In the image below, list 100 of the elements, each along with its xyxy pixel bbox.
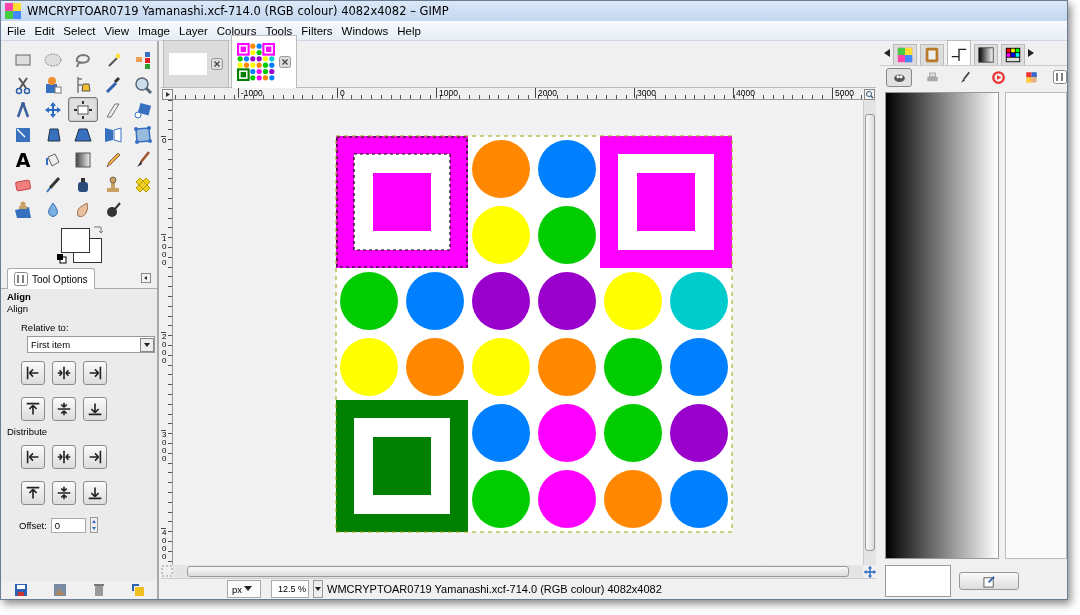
scroll-right-icon[interactable]: [1028, 49, 1034, 57]
move-arrows-icon[interactable]: [863, 565, 877, 579]
close-icon[interactable]: [211, 58, 223, 70]
spin-arrows-icon[interactable]: [89, 517, 98, 533]
color-swatch-icon: [1023, 69, 1039, 85]
image-thumbnail: [237, 43, 275, 81]
stamp-icon: [13, 199, 33, 220]
dock-subtab[interactable]: [886, 67, 912, 87]
section-label: Distribute: [7, 426, 49, 437]
menu-item[interactable]: Select: [63, 24, 96, 37]
scroll-left-icon[interactable]: [884, 49, 890, 57]
align-right-button[interactable]: [83, 361, 107, 385]
ruler-label: -1000: [238, 88, 337, 98]
section-label: Align: [7, 303, 30, 314]
ruler-label: 0: [337, 88, 436, 98]
tool-button[interactable]: A: [8, 147, 38, 172]
status-text: WMCRYPTOAR0719 Yamanashi.xcf-714.0 (RGB colour) 4082x4082: [327, 583, 662, 595]
menu-item[interactable]: Layer: [179, 24, 208, 37]
color-blocks-icon: [133, 49, 153, 70]
gradient-icon: [977, 46, 995, 64]
menu-item[interactable]: Windows: [341, 24, 389, 37]
person-icon: [43, 74, 63, 95]
menu-item[interactable]: Help: [397, 24, 421, 37]
tool-options-tab[interactable]: Tool Options: [7, 268, 95, 289]
menu-item[interactable]: View: [104, 24, 130, 37]
dock-tab[interactable]: [1001, 44, 1025, 65]
ruler-label: 4000: [733, 88, 832, 98]
picture-icon[interactable]: [52, 583, 67, 597]
zoom-field[interactable]: 12.5 %: [271, 580, 309, 598]
menu-item[interactable]: Edit: [34, 24, 55, 37]
offset-field[interactable]: 0: [50, 517, 86, 533]
blank-thumbnail: [169, 53, 207, 75]
color-wheel-icon: [990, 69, 1006, 85]
ruler-label: 1000: [161, 234, 167, 332]
tool-options-icon: [14, 272, 28, 286]
gradient-icon: [73, 149, 93, 170]
caret-icon: [244, 586, 253, 592]
horizontal-scrollbar[interactable]: [173, 565, 863, 578]
brush-preview: [885, 565, 951, 597]
field-label: Relative to:: [21, 322, 70, 333]
reset-icon[interactable]: [130, 583, 145, 597]
ruler-label: 0: [161, 136, 167, 234]
palette-icon: [1004, 46, 1022, 64]
tool-name: Align: [7, 291, 32, 302]
menu-item[interactable]: Filters: [301, 24, 333, 37]
distribute-bottom-button[interactable]: [83, 481, 107, 505]
magnifier-icon: [133, 74, 153, 95]
app-icon: [5, 3, 21, 19]
window-title: WMCRYPTOAR0719 Yamanashi.xcf-714.0 (RGB colour) 4082x4082 – GIMP: [27, 4, 449, 18]
unit-dropdown[interactable]: px: [227, 580, 261, 598]
align-top-button[interactable]: [21, 397, 45, 421]
distribute-right-button[interactable]: [83, 445, 107, 469]
align-center-button[interactable]: [52, 361, 76, 385]
color-swatches-drawing[interactable]: [59, 228, 103, 264]
distribute-top-button[interactable]: [21, 481, 45, 505]
ruler-label: 2000: [535, 88, 634, 98]
relative-to-dropdown[interactable]: First item: [27, 336, 155, 353]
distribute-left-button[interactable]: [21, 445, 45, 469]
menu-item[interactable]: Image: [138, 24, 170, 37]
flip-icon: [103, 124, 123, 145]
swap-arrow-icon[interactable]: [93, 224, 103, 234]
eyedropper-icon: [103, 74, 123, 95]
palette-grid-icon: [896, 46, 914, 64]
tool-button[interactable]: [68, 97, 98, 122]
ruler-label: 3000: [161, 430, 167, 528]
vertical-scrollbar[interactable]: [863, 100, 876, 565]
align-icon: [73, 99, 93, 120]
align-left-button[interactable]: [21, 361, 45, 385]
menu-item[interactable]: File: [7, 24, 26, 37]
ruler-label: 4000: [161, 528, 167, 565]
menu-item[interactable]: Tools: [265, 24, 293, 37]
align-middle-button[interactable]: [52, 397, 76, 421]
image-drawing[interactable]: [334, 134, 734, 534]
ruler-label: 2000: [161, 332, 167, 430]
offset-label: Offset:: [19, 519, 47, 531]
panel-menu-icon[interactable]: [141, 273, 151, 283]
menu-item[interactable]: Colours: [216, 24, 257, 37]
ruler-label: 1000: [436, 88, 535, 98]
distribute-center-button[interactable]: [52, 445, 76, 469]
cage-icon: [133, 124, 153, 145]
floppy-icon[interactable]: [13, 583, 28, 597]
align-bottom-button[interactable]: [83, 397, 107, 421]
edit-button[interactable]: [959, 572, 1019, 590]
clipboard-icon: [923, 46, 941, 64]
image-tab[interactable]: [231, 35, 297, 88]
dock-tab[interactable]: [974, 44, 998, 65]
align-middle-icon: [55, 400, 73, 418]
ruler-label: 3000: [634, 88, 733, 98]
align-center-icon: [55, 364, 73, 382]
dock-tab[interactable]: [947, 40, 971, 65]
default-colors-icon[interactable]: [57, 254, 67, 264]
close-icon[interactable]: [279, 56, 291, 68]
airbrush-icon: [43, 174, 63, 195]
trash-icon[interactable]: [91, 583, 106, 597]
distribute-middle-button[interactable]: [52, 481, 76, 505]
edit-icon: [982, 574, 996, 588]
tool-options-icon[interactable]: [1053, 70, 1067, 84]
zoom-icon[interactable]: [864, 89, 875, 100]
align-center-icon: [55, 448, 73, 466]
ruler-menu-icon[interactable]: [162, 89, 173, 100]
